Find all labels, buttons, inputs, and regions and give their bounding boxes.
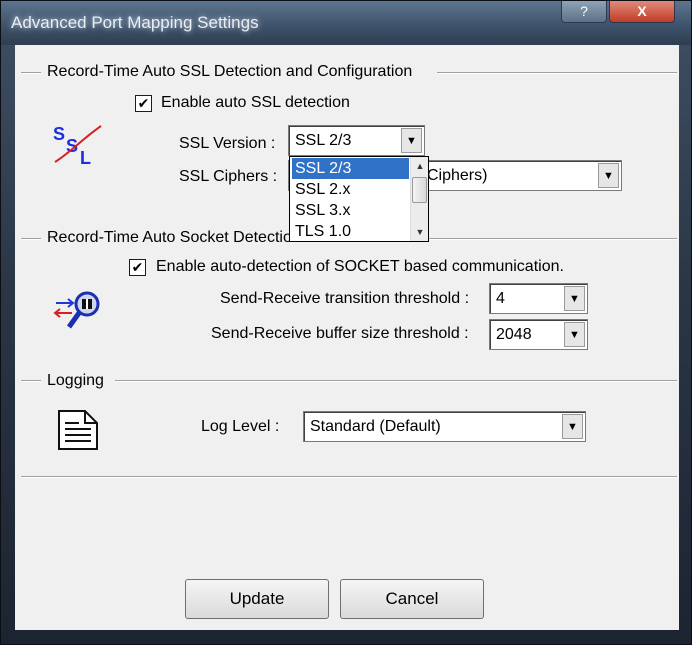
logging-group-divider-left xyxy=(21,380,41,382)
socket-enable-label: Enable auto-detection of SOCKET based co… xyxy=(156,258,564,275)
logging-group-divider-right xyxy=(115,380,677,382)
dialog-window: Advanced Port Mapping Settings ? X Recor… xyxy=(0,0,692,645)
dropdown-option-ssl-2-3[interactable]: SSL 2/3 xyxy=(292,158,409,179)
ssl-group-divider-left xyxy=(21,72,41,74)
ssl-version-value: SSL 2/3 xyxy=(295,132,352,149)
chevron-down-icon[interactable]: ▼ xyxy=(401,128,422,153)
dialog-client-area: Record-Time Auto SSL Detection and Confi… xyxy=(15,45,679,630)
ssl-group-divider-right xyxy=(437,72,677,74)
dropdown-option-tls-1-0[interactable]: TLS 1.0 xyxy=(292,221,409,242)
ssl-version-label: SSL Version : xyxy=(179,135,276,152)
svg-text:L: L xyxy=(80,148,91,166)
ssl-enable-checkbox[interactable]: ✔ xyxy=(135,95,152,112)
svg-text:S: S xyxy=(53,124,65,144)
ssl-ciphers-value: Ciphers) xyxy=(427,167,488,184)
socket-group-title: Record-Time Auto Socket Detection xyxy=(47,229,301,246)
transition-threshold-select[interactable]: 4 ▼ xyxy=(489,283,588,314)
ssl-version-select[interactable]: SSL 2/3 ▼ xyxy=(288,125,425,156)
log-document-icon xyxy=(58,410,98,450)
chevron-down-icon[interactable]: ▼ xyxy=(564,286,585,311)
socket-enable-checkbox[interactable]: ✔ xyxy=(129,259,146,276)
update-button[interactable]: Update xyxy=(185,579,329,619)
scroll-up-icon[interactable]: ▲ xyxy=(411,157,429,175)
ssl-version-dropdown-list[interactable]: SSL 2/3 SSL 2.x SSL 3.x TLS 1.0 ▲ ▼ xyxy=(289,156,429,242)
ssl-icon: S S L xyxy=(53,124,102,166)
socket-detect-icon xyxy=(53,291,100,329)
logging-group-title: Logging xyxy=(47,372,104,389)
ssl-group-title: Record-Time Auto SSL Detection and Confi… xyxy=(47,63,413,80)
close-button[interactable]: X xyxy=(609,1,675,23)
window-title: Advanced Port Mapping Settings xyxy=(11,13,259,32)
scroll-thumb[interactable] xyxy=(412,177,427,203)
chevron-down-icon[interactable]: ▼ xyxy=(564,322,585,347)
log-level-value: Standard (Default) xyxy=(310,418,441,435)
dropdown-scrollbar[interactable]: ▲ ▼ xyxy=(410,157,428,241)
bottom-divider xyxy=(21,476,677,478)
socket-group-divider-left xyxy=(21,238,41,240)
log-level-label: Log Level : xyxy=(201,418,280,435)
chevron-down-icon[interactable]: ▼ xyxy=(562,414,583,439)
dropdown-option-ssl-3x[interactable]: SSL 3.x xyxy=(292,200,409,221)
scroll-down-icon[interactable]: ▼ xyxy=(411,223,429,241)
chevron-down-icon[interactable]: ▼ xyxy=(598,163,619,188)
title-bar: Advanced Port Mapping Settings ? X xyxy=(1,1,691,45)
cancel-button[interactable]: Cancel xyxy=(340,579,484,619)
ssl-ciphers-label: SSL Ciphers : xyxy=(179,168,278,185)
transition-threshold-value: 4 xyxy=(496,290,505,307)
ssl-enable-label: Enable auto SSL detection xyxy=(161,94,350,111)
transition-threshold-label: Send-Receive transition threshold : xyxy=(220,290,470,307)
buffer-threshold-label: Send-Receive buffer size threshold : xyxy=(211,325,469,342)
log-level-select[interactable]: Standard (Default) ▼ xyxy=(303,411,586,442)
buffer-threshold-select[interactable]: 2048 ▼ xyxy=(489,319,588,350)
dropdown-option-ssl-2x[interactable]: SSL 2.x xyxy=(292,179,409,200)
help-button[interactable]: ? xyxy=(561,1,607,23)
buffer-threshold-value: 2048 xyxy=(496,326,532,343)
